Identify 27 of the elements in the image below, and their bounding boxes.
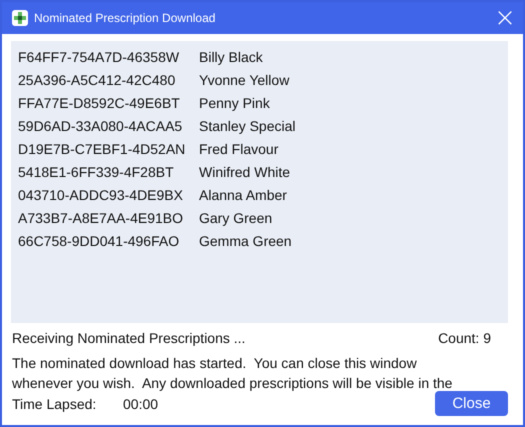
close-button[interactable]: × xyxy=(487,2,523,34)
status-text: Receiving Nominated Prescriptions ... xyxy=(12,330,246,346)
prescription-id: D19E7B-C7EBF1-4D52AN xyxy=(18,140,186,156)
patient-name: Penny Pink xyxy=(199,94,270,110)
prescription-id: 043710-ADDC93-4DE9BX xyxy=(18,186,184,202)
prescription-id: A733B7-A8E7AA-4E91BO xyxy=(18,210,184,226)
time-value: 00:00 xyxy=(123,396,158,412)
prescription-id: 59D6AD-33A080-4ACAA5 xyxy=(18,118,184,134)
close-button[interactable]: Close xyxy=(435,391,508,416)
patient-name: Winifred White xyxy=(199,164,290,180)
patient-name: Gary Green xyxy=(199,210,272,226)
app-logo-icon xyxy=(12,10,28,26)
prescription-id: 66C758-9DD041-496FAO xyxy=(18,232,180,248)
prescription-id: 25A396-A5C412-42C480 xyxy=(18,72,176,88)
patient-name: Yvonne Yellow xyxy=(199,72,290,88)
patient-name: Fred Flavour xyxy=(199,140,278,156)
prescription-id: F64FF7-754A7D-46358W xyxy=(18,48,180,64)
time-label: Time Lapsed: xyxy=(12,396,98,412)
patient-name: Stanley Special xyxy=(199,118,296,134)
count-text: Count: 9 xyxy=(438,330,491,346)
prescription-id: FFA77E-D8592C-49E6BT xyxy=(18,94,181,110)
window-title: Nominated Prescription Download xyxy=(34,11,216,25)
message-text: The nominated download has started. You can close this window whenever you wish. Any downloaded prescriptions will be visible in the xyxy=(11,354,454,391)
patient-name: Gemma Green xyxy=(199,232,292,248)
prescription-id: 5418E1-6FF339-4F28BT xyxy=(18,164,175,180)
patient-name: Billy Black xyxy=(199,48,263,64)
patient-name: Alanna Amber xyxy=(199,186,287,202)
